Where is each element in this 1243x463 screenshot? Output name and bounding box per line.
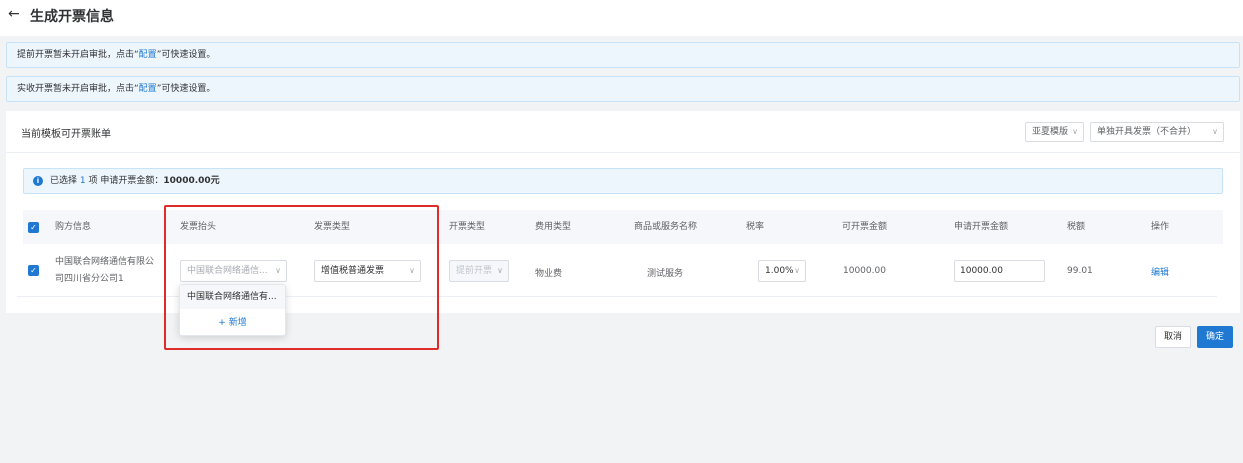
row-checkbox[interactable]: ✓	[28, 265, 39, 276]
back-arrow-icon[interactable]: ←	[8, 6, 20, 22]
chevron-down-icon: ∨	[1212, 127, 1218, 136]
edit-link[interactable]: 编辑	[1151, 265, 1169, 278]
template-select-value: 亚夏模版	[1032, 127, 1069, 137]
received-billing-notice: 实收开票暂未开启审批，点击“配置”可快速设置。	[6, 76, 1240, 102]
confirm-button[interactable]: 确定	[1197, 326, 1233, 348]
column-header: 申请开票金额	[954, 222, 1009, 232]
column-header: 商品或服务名称	[634, 222, 698, 232]
chevron-down-icon: ∨	[497, 266, 503, 275]
apply-amount-input[interactable]: 10000.00	[954, 260, 1045, 282]
notice-text: ”可快速设置。	[156, 84, 216, 94]
selected-unit: 项	[88, 176, 98, 186]
invoice-header-select[interactable]: 中国联合网络通信... ∨	[180, 260, 287, 282]
page-title: 生成开票信息	[30, 9, 114, 25]
template-select[interactable]: 亚夏模版 ∨	[1025, 122, 1084, 142]
notice-text: ”可快速设置。	[156, 50, 216, 60]
amount-value: 10000.00元	[163, 176, 220, 186]
chevron-down-icon: ∨	[409, 266, 415, 275]
cancel-button[interactable]: 取消	[1155, 326, 1191, 348]
table-header: ✓ 购方信息 发票抬头 发票类型 开票类型 费用类型 商品或服务名称 税率 可开…	[23, 210, 1223, 244]
billing-type-value: 提前开票	[456, 266, 493, 276]
chevron-down-icon: ∨	[794, 266, 800, 275]
amount-label: 申请开票金额：	[100, 176, 164, 186]
notice-text: 实收开票暂未开启审批，点击“	[17, 84, 139, 94]
selected-prefix: 已选择	[50, 176, 78, 186]
advance-billing-notice: 提前开票暂未开启审批，点击“配置”可快速设置。	[6, 42, 1240, 68]
column-header: 开票类型	[449, 222, 486, 232]
dropdown-option[interactable]: 中国联合网络通信有...	[180, 285, 285, 309]
column-header: 费用类型	[535, 222, 572, 232]
tax-rate-value: 1.00%	[765, 266, 794, 276]
column-header: 操作	[1151, 222, 1170, 232]
buyer-info-line2: 司四川省分公司1	[55, 274, 124, 284]
notice-text: 提前开票暂未开启审批，点击“	[17, 50, 139, 60]
selected-count: 1	[79, 176, 86, 186]
buyer-info-line1: 中国联合网络通信有限公	[55, 257, 155, 267]
config-link[interactable]: 配置	[139, 50, 157, 60]
info-icon: i	[33, 176, 43, 186]
billing-panel: 当前模板可开票账单 亚夏模版 ∨ 单独开具发票（不合并） ∨ i 已选择 1 项…	[6, 111, 1240, 313]
billable-amount: 10000.00	[843, 266, 886, 276]
column-header: 发票类型	[314, 222, 351, 232]
column-header: 发票抬头	[180, 222, 217, 232]
plus-icon: +	[218, 318, 226, 328]
invoice-header-value: 中国联合网络通信...	[187, 266, 268, 276]
chevron-down-icon: ∨	[275, 266, 281, 275]
merge-select-value: 单独开具发票（不合并）	[1097, 127, 1197, 137]
tax-rate-select[interactable]: 1.00% ∨	[758, 260, 806, 282]
select-all-checkbox[interactable]: ✓	[28, 222, 39, 233]
column-header: 税率	[746, 222, 765, 232]
billing-type-select: 提前开票 ∨	[449, 260, 509, 282]
invoice-type-value: 增值税普通发票	[321, 266, 385, 276]
panel-title: 当前模板可开票账单	[21, 129, 111, 140]
invoice-header-dropdown: 中国联合网络通信有... + 新增	[179, 284, 286, 336]
add-new-label: 新增	[228, 318, 247, 328]
column-header: 税额	[1067, 222, 1086, 232]
column-header: 可开票金额	[842, 222, 888, 232]
fee-type: 物业费	[535, 269, 563, 279]
config-link[interactable]: 配置	[139, 84, 157, 94]
divider	[6, 152, 1240, 153]
add-new-option[interactable]: + 新增	[180, 311, 285, 335]
top-bar: ← 生成开票信息	[0, 0, 1243, 36]
column-header: 购方信息	[55, 222, 92, 232]
apply-amount-value: 10000.00	[960, 266, 1003, 276]
selection-summary: i 已选择 1 项 申请开票金额：10000.00元	[23, 168, 1223, 194]
tax-amount: 99.01	[1067, 266, 1093, 276]
chevron-down-icon: ∨	[1072, 127, 1078, 136]
invoice-type-select[interactable]: 增值税普通发票 ∨	[314, 260, 421, 282]
merge-select[interactable]: 单独开具发票（不合并） ∨	[1090, 122, 1224, 142]
service-name: 测试服务	[647, 269, 684, 279]
